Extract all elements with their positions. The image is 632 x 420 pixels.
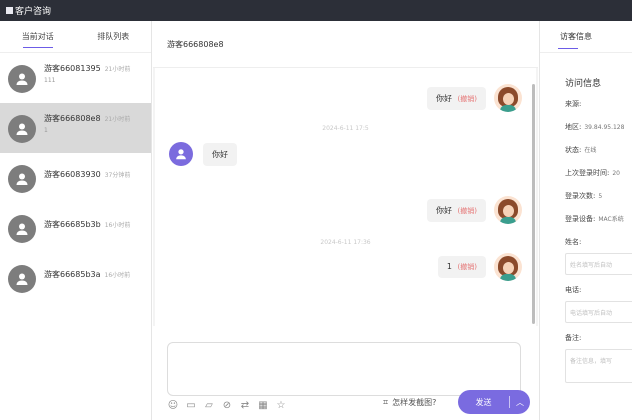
phone-field-label: 电话: [565, 286, 582, 294]
tab-queue-list[interactable]: 排队列表 [76, 21, 152, 52]
remark-field-label: 备注: [565, 334, 582, 342]
message-text: 你好 [435, 93, 452, 103]
folder-icon[interactable]: ▱ [203, 400, 215, 412]
tab-current-conversations[interactable]: 当前对话 [0, 21, 76, 52]
info-row-region: 地区: 39.84.95.128 [565, 123, 625, 131]
conversation-name: 游客66083930 [44, 170, 101, 179]
chat-contact-name: 游客666808e8 [167, 39, 224, 49]
recall-link[interactable]: (撤销) [458, 95, 477, 103]
message-timestamp: 2024-6-11 17:5 [322, 125, 369, 132]
title-bar: 客户咨询 [0, 0, 632, 21]
message-bubble: 你好 (撤销) [426, 86, 486, 110]
send-button[interactable]: 发送 ︿ [458, 390, 530, 414]
chevron-up-icon[interactable]: ︿ [510, 397, 530, 408]
emoji-icon[interactable]: ☺ [167, 400, 179, 412]
screenshot-help-label: 怎样发截图? [392, 398, 437, 407]
conversation-time: 16小时前 [104, 222, 131, 229]
chat-header: 游客666808e8 [153, 21, 538, 68]
conversation-preview: 111 [44, 77, 56, 84]
message-text: 你好 [435, 205, 452, 215]
message-outgoing: 你好 (撤销) [426, 84, 522, 112]
conversation-preview: 1 [44, 127, 48, 134]
recall-link[interactable]: (撤销) [458, 207, 477, 215]
conversation-time: 16小时前 [104, 272, 131, 279]
message-scrollbar[interactable] [532, 84, 535, 324]
conversation-item-active[interactable]: 游客666808e8 21小时前 1 [0, 103, 151, 153]
conversation-sidebar: 当前对话 排队列表 游客66081395 21小时前 111 游客666808e… [0, 21, 152, 420]
message-bubble: 你好 [203, 142, 237, 166]
block-icon[interactable]: ⊘ [221, 400, 233, 412]
info-row-login-count: 登录次数: 5 [565, 192, 603, 200]
chat-panel: 游客666808e8 你好 (撤销) 2024-6-11 17:5 你好 你好 … [153, 21, 538, 420]
agent-avatar-icon [494, 253, 522, 281]
message-text: 你好 [212, 149, 228, 159]
message-list[interactable]: 你好 (撤销) 2024-6-11 17:5 你好 你好 (撤销) 2024-6… [155, 68, 536, 326]
user-avatar-icon [8, 165, 36, 193]
user-avatar-icon [8, 265, 36, 293]
conversation-time: 37分钟前 [104, 172, 131, 179]
conversation-item[interactable]: 游客66685b3b 16小时前 [0, 203, 151, 253]
message-composer: ☺ ▭ ▱ ⊘ ⇄ ▦ ☆ ⌗ 怎样发截图? 发送 ︿ [153, 326, 538, 420]
app-logo-icon [6, 7, 13, 14]
conversation-name: 游客666808e8 [44, 114, 101, 123]
name-field[interactable]: 姓名填写后自动 [565, 253, 632, 275]
phone-field[interactable]: 电话填写后自动 [565, 301, 632, 323]
message-outgoing: 1 (撤销) [437, 253, 522, 281]
info-row-last-login: 上次登录时间: 20 [565, 169, 620, 177]
visitor-tabs: 访客信息 [540, 21, 632, 53]
conversation-item[interactable]: 游客66685b3a 16小时前 [0, 253, 151, 303]
info-row-source: 来源: [565, 100, 582, 108]
message-input[interactable] [167, 342, 521, 396]
message-timestamp: 2024-6-11 17:36 [320, 239, 371, 246]
conversation-name: 游客66081395 [44, 64, 101, 73]
window-title: 客户咨询 [15, 7, 52, 17]
composer-toolbar: ☺ ▭ ▱ ⊘ ⇄ ▦ ☆ [167, 400, 287, 412]
message-incoming: 你好 [169, 142, 237, 166]
guest-avatar-icon [169, 142, 193, 166]
image-icon[interactable]: ▭ [185, 400, 197, 412]
conversation-item[interactable]: 游客66083930 37分钟前 [0, 153, 151, 203]
star-icon[interactable]: ☆ [275, 400, 287, 412]
conversation-time: 21小时前 [104, 66, 131, 73]
recall-link[interactable]: (撤销) [458, 263, 477, 271]
info-row-device: 登录设备: MAC系统 [565, 215, 624, 223]
conversation-name: 游客66685b3b [44, 220, 101, 229]
conversation-time: 21小时前 [104, 116, 131, 123]
user-avatar-icon [8, 215, 36, 243]
conversation-item[interactable]: 游客66081395 21小时前 111 [0, 53, 151, 103]
agent-avatar-icon [494, 84, 522, 112]
agent-avatar-icon [494, 196, 522, 224]
message-text: 1 [446, 262, 452, 271]
tab-visitor-info[interactable]: 访客信息 [540, 21, 614, 52]
conversation-name: 游客66685b3a [44, 270, 101, 279]
sidebar-tabs: 当前对话 排队列表 [0, 21, 151, 53]
transfer-icon[interactable]: ⇄ [239, 400, 251, 412]
crop-icon: ⌗ [383, 397, 389, 408]
send-button-label: 发送 [475, 397, 492, 407]
screenshot-help-link[interactable]: ⌗ 怎样发截图? [383, 397, 436, 408]
name-field-label: 姓名: [565, 238, 582, 246]
message-bubble: 1 (撤销) [437, 256, 486, 278]
visitor-info-panel: 访客信息 访问信息 来源: 地区: 39.84.95.128 状态: 在线 上次登录… [539, 21, 632, 420]
message-outgoing: 你好 (撤销) [426, 196, 522, 224]
user-avatar-icon [8, 65, 36, 93]
remark-field[interactable]: 备注信息，填写 [565, 349, 632, 383]
user-avatar-icon [8, 115, 36, 143]
screenshot-icon[interactable]: ▦ [257, 400, 269, 412]
info-row-status: 状态: 在线 [565, 146, 597, 154]
visitor-details: 访问信息 来源: 地区: 39.84.95.128 状态: 在线 上次登录时间: 20… [565, 76, 632, 393]
message-bubble: 你好 (撤销) [426, 198, 486, 222]
visit-info-title: 访问信息 [565, 79, 602, 89]
